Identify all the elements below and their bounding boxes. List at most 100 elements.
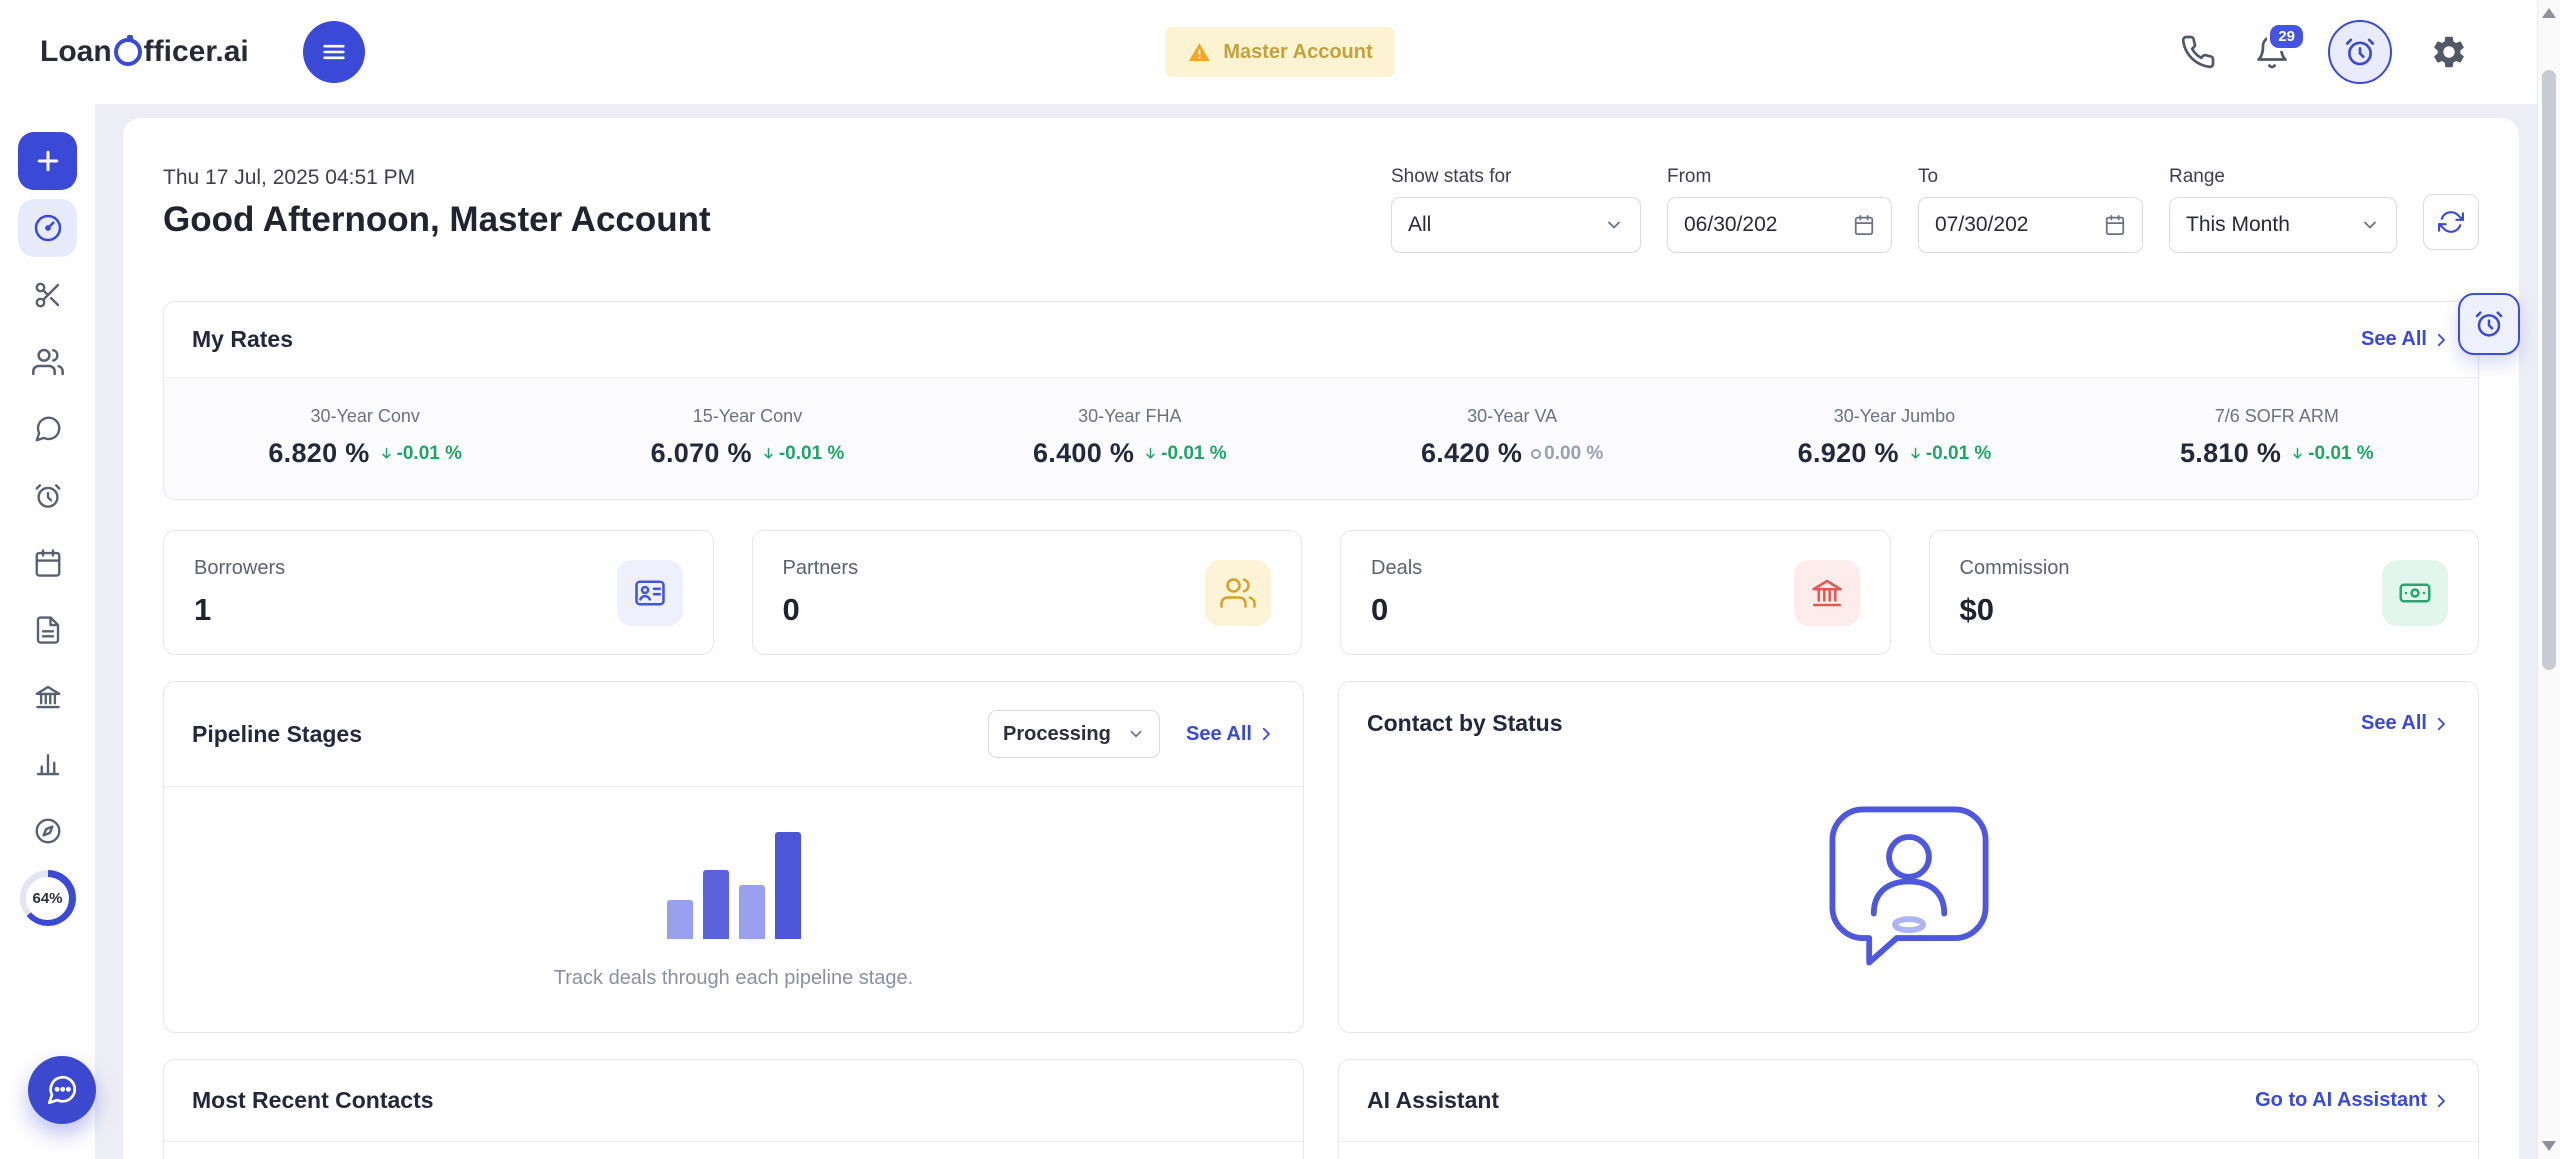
- logo-text-pre: Loan: [40, 35, 112, 68]
- chevron-down-icon: [1608, 221, 1620, 229]
- bottom-row: Most Recent Contacts AI Assistant Go to …: [163, 1059, 2479, 1159]
- sidebar-item-contacts[interactable]: [18, 333, 77, 391]
- stat-value: 0: [1371, 592, 1389, 627]
- scissors-icon: [35, 282, 59, 308]
- progress-label: 64%: [26, 876, 69, 920]
- recent-contacts-card: Most Recent Contacts: [163, 1059, 1304, 1159]
- see-all-label: See All: [2361, 712, 2427, 734]
- sidebar-item-documents[interactable]: [18, 601, 77, 659]
- calendar-icon[interactable]: [2104, 214, 2126, 236]
- flat-change-icon: [1531, 448, 1542, 459]
- arrow-down-icon: [764, 447, 773, 459]
- go-to-ai-assistant-link[interactable]: Go to AI Assistant: [2255, 1089, 2450, 1112]
- refresh-button[interactable]: [2423, 194, 2479, 250]
- settings-button[interactable]: [2430, 33, 2468, 71]
- sidebar-item-support[interactable]: [18, 802, 77, 860]
- contact-status-title: Contact by Status: [1367, 710, 1563, 736]
- scrollbar[interactable]: [2537, 0, 2560, 1159]
- chevron-right-icon: [2437, 1094, 2445, 1107]
- scroll-up-arrow[interactable]: [2542, 8, 2556, 18]
- dashboard-panel: Thu 17 Jul, 2025 04:51 PM Good Afternoon…: [123, 118, 2519, 1159]
- notifications-button[interactable]: 29: [2254, 22, 2306, 70]
- progress-ring: 64%: [19, 870, 76, 926]
- sidebar-progress[interactable]: 64%: [18, 869, 77, 927]
- my-rates-see-all-link[interactable]: See All: [2361, 328, 2450, 351]
- scrollbar-thumb[interactable]: [2542, 70, 2556, 670]
- my-rates-title: My Rates: [192, 326, 293, 352]
- from-date-filter: From 06/30/202: [1667, 166, 1892, 253]
- arrow-down-icon: [1911, 447, 1920, 459]
- ai-assistant-title: AI Assistant: [1367, 1087, 1500, 1113]
- gear-icon: [2434, 36, 2464, 68]
- show-stats-select[interactable]: All: [1391, 197, 1641, 253]
- rate-item: 15-Year Conv 6.070 % -0.01 %: [556, 406, 938, 469]
- arrow-down-icon: [381, 447, 391, 459]
- stat-card-borrowers[interactable]: Borrowers 1: [163, 530, 714, 655]
- sidebar-item-pipelines[interactable]: [18, 266, 77, 324]
- rate-value: 6.070 %: [650, 438, 752, 468]
- alarm-icon: [2475, 311, 2503, 337]
- rate-value: 5.810 %: [2179, 438, 2282, 468]
- stat-label: Borrowers: [194, 557, 286, 579]
- range-select[interactable]: This Month: [2169, 197, 2397, 253]
- range-value: This Month: [2186, 213, 2290, 236]
- chat-fab-button[interactable]: [28, 1056, 96, 1124]
- to-date-value: 07/30/202: [1935, 213, 2029, 236]
- to-date-input[interactable]: 07/30/202: [1918, 197, 2143, 253]
- chevron-down-icon: [1130, 730, 1142, 738]
- sidebar-item-messages[interactable]: [18, 400, 77, 458]
- alarm-icon: [2345, 38, 2375, 66]
- rate-label: 30-Year Conv: [310, 406, 420, 426]
- stat-card-deals[interactable]: Deals 0: [1340, 530, 1891, 655]
- page-title: Good Afternoon, Master Account: [163, 200, 711, 239]
- rate-change: -0.01 %: [1908, 443, 1991, 465]
- sidebar-item-reports[interactable]: [18, 735, 77, 793]
- master-account-label: Master Account: [1223, 40, 1373, 63]
- stat-label: Commission: [1959, 557, 2070, 579]
- rate-item: 7/6 SOFR ARM 5.810 % -0.01 %: [2086, 406, 2468, 469]
- calendar-icon[interactable]: [1853, 214, 1875, 236]
- floating-timer-button[interactable]: [2458, 293, 2520, 355]
- sidebar-item-reminders[interactable]: [18, 467, 77, 525]
- sidebar-item-dashboard[interactable]: [18, 199, 77, 257]
- deals-icon: [1793, 559, 1860, 626]
- rates-row: 30-Year Conv 6.820 % -0.01 % 15-Year Con…: [164, 377, 2478, 499]
- warning-icon: [1188, 43, 1210, 61]
- phone-icon: [2181, 35, 2215, 69]
- rate-change: -0.01 %: [2290, 443, 2374, 465]
- sidebar-item-calendar[interactable]: [18, 534, 77, 592]
- app-logo[interactable]: Loan fficer.ai: [40, 35, 249, 69]
- stat-value: $0: [1959, 592, 1994, 627]
- to-label: To: [1918, 166, 1939, 187]
- rate-value: 6.820 %: [268, 438, 370, 468]
- pipeline-stage-select[interactable]: Processing: [988, 710, 1161, 758]
- compass-icon: [35, 818, 60, 844]
- from-date-input[interactable]: 06/30/202: [1667, 197, 1892, 253]
- phone-button[interactable]: [2180, 34, 2216, 70]
- sidebar-item-lenders[interactable]: [18, 668, 77, 726]
- partners-icon: [1205, 559, 1271, 626]
- rate-label: 30-Year VA: [1467, 406, 1558, 426]
- range-filter: Range This Month: [2169, 166, 2397, 253]
- master-account-badge[interactable]: Master Account: [1165, 27, 1395, 77]
- timer-button[interactable]: [2328, 20, 2392, 84]
- refresh-icon: [2438, 211, 2464, 233]
- rate-label: 30-Year Jumbo: [1833, 406, 1956, 426]
- scroll-down-arrow[interactable]: [2542, 1141, 2556, 1151]
- borrowers-icon: [616, 559, 683, 626]
- stat-card-partners[interactable]: Partners 0: [751, 530, 1302, 655]
- from-label: From: [1667, 166, 1712, 187]
- menu-button[interactable]: [302, 21, 365, 83]
- sidebar-add-button[interactable]: [18, 132, 77, 190]
- show-stats-filter: Show stats for All: [1391, 166, 1641, 253]
- arrow-down-icon: [1146, 447, 1155, 459]
- rate-value: 6.400 %: [1032, 438, 1135, 468]
- middle-row: Pipeline Stages Processing See All Track…: [163, 681, 2479, 1033]
- pipeline-title: Pipeline Stages: [192, 720, 363, 747]
- filters: Show stats for All From 06/30/202 To 07/…: [1391, 166, 2479, 253]
- contact-status-see-all-link[interactable]: See All: [2361, 712, 2450, 735]
- stat-card-commission[interactable]: Commission $0: [1928, 530, 2479, 655]
- pipeline-see-all-link[interactable]: See All: [1186, 723, 1275, 746]
- current-datetime: Thu 17 Jul, 2025 04:51 PM: [163, 166, 416, 189]
- range-label: Range: [2169, 166, 2225, 187]
